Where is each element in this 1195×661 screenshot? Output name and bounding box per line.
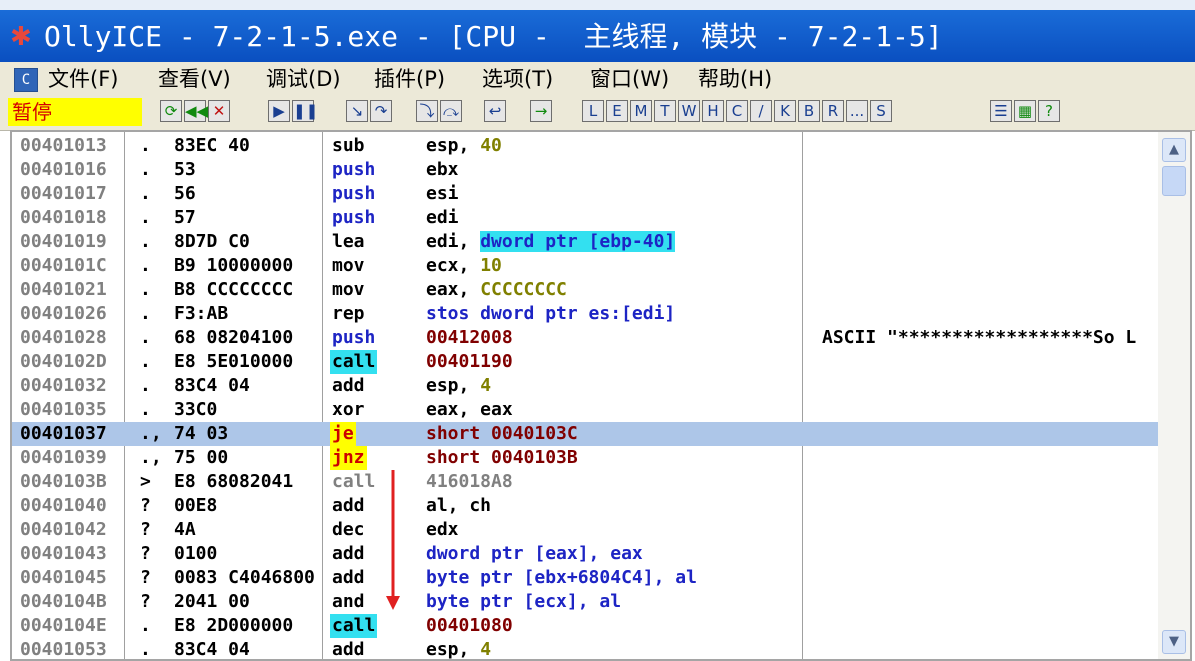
run-trace-window-button[interactable]: ... <box>846 100 868 122</box>
menu-window[interactable]: 窗口(W) <box>590 66 669 92</box>
title-bar[interactable]: ✱ OllyICE - 7-2-1-5.exe - [CPU - 主线程, 模块… <box>0 10 1195 62</box>
help-icon[interactable]: ? <box>1038 100 1060 122</box>
window-top-edge <box>0 0 1195 10</box>
threads-window-button[interactable]: T <box>654 100 676 122</box>
step-over-icon[interactable]: ↷ <box>370 100 392 122</box>
execute-till-return-icon[interactable]: ↩ <box>484 100 506 122</box>
rewind-icon[interactable]: ◀◀ <box>184 100 208 122</box>
handles-window-button[interactable]: H <box>702 100 724 122</box>
list-icon[interactable]: ☰ <box>990 100 1012 122</box>
menu-file[interactable]: 文件(F) <box>48 66 118 92</box>
disassembly-pane[interactable]: 00401013. 83EC 40 sub esp, 40 00401016. 53 pus… <box>10 130 1192 661</box>
step-into-icon[interactable]: ↘ <box>346 100 368 122</box>
call-stack-window-button[interactable]: K <box>774 100 796 122</box>
modules-window-button[interactable]: E <box>606 100 628 122</box>
breakpoints-window-button[interactable]: B <box>798 100 820 122</box>
menu-view[interactable]: 查看(V) <box>158 66 231 92</box>
chevron-down-icon[interactable]: ▼ <box>1162 630 1186 654</box>
trace-into-icon[interactable]: ⤵ <box>416 100 438 122</box>
restart-icon[interactable]: ⟳ <box>160 100 182 122</box>
source-window-button[interactable]: S <box>870 100 892 122</box>
ollyice-logo-icon: ✱ <box>10 22 32 52</box>
window-title: OllyICE - 7-2-1-5.exe - [CPU - 主线程, 模块 -… <box>44 20 943 53</box>
cpu-window-icon[interactable]: C <box>14 68 38 92</box>
references-window-button[interactable]: R <box>822 100 844 122</box>
patches-window-button[interactable]: / <box>750 100 772 122</box>
go-to-icon[interactable]: → <box>530 100 552 122</box>
menu-debug[interactable]: 调试(D) <box>266 66 341 92</box>
jump-arrow <box>386 470 400 610</box>
log-window-button[interactable]: L <box>582 100 604 122</box>
menu-options[interactable]: 选项(T) <box>482 66 553 92</box>
chevron-up-icon[interactable]: ▲ <box>1162 138 1186 162</box>
cpu-window-button[interactable]: C <box>726 100 748 122</box>
vertical-scrollbar[interactable]: ▲ ▼ <box>1158 132 1190 659</box>
menu-bar: C 文件(F) 查看(V) 调试(D) 插件(P) 选项(T) 窗口(W) 帮助… <box>0 62 1195 96</box>
run-icon[interactable]: ▶ <box>268 100 290 122</box>
menu-help[interactable]: 帮助(H) <box>698 66 772 92</box>
menu-plugins[interactable]: 插件(P) <box>374 66 445 92</box>
close-icon[interactable]: ✕ <box>208 100 230 122</box>
scrollbar-thumb[interactable] <box>1162 166 1186 196</box>
status-paused: 暂停 <box>8 98 142 126</box>
trace-over-icon[interactable]: ⤼ <box>440 100 462 122</box>
memory-window-button[interactable]: M <box>630 100 652 122</box>
windows-window-button[interactable]: W <box>678 100 700 122</box>
pause-icon[interactable]: ❚❚ <box>292 100 318 122</box>
colors-icon[interactable]: ▦ <box>1014 100 1036 122</box>
